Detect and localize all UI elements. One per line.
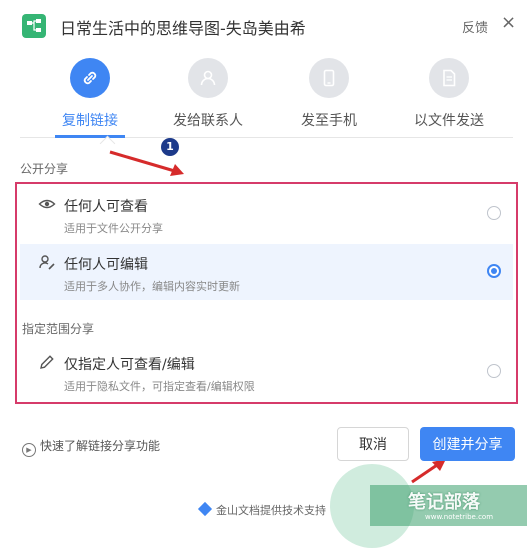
public-share-label: 公开分享 [20, 162, 69, 176]
step-badge: 1 [161, 138, 179, 156]
watermark-url: www.notetribe.com [425, 513, 494, 521]
learn-link-sharing[interactable]: ▶ 快速了解链接分享功能 [22, 437, 160, 457]
annotation-highlight-box [15, 182, 518, 404]
play-icon: ▶ [22, 443, 36, 457]
support-text: 金山文档提供技术支持 [197, 501, 326, 518]
learn-text: 快速了解链接分享功能 [40, 439, 161, 453]
kingsoft-docs-icon [197, 501, 213, 517]
create-share-button[interactable]: 创建并分享 [420, 427, 515, 461]
support-label: 金山文档提供技术支持 [216, 504, 326, 517]
watermark-text: 笔记部落 [408, 492, 480, 513]
cancel-button[interactable]: 取消 [337, 427, 409, 461]
